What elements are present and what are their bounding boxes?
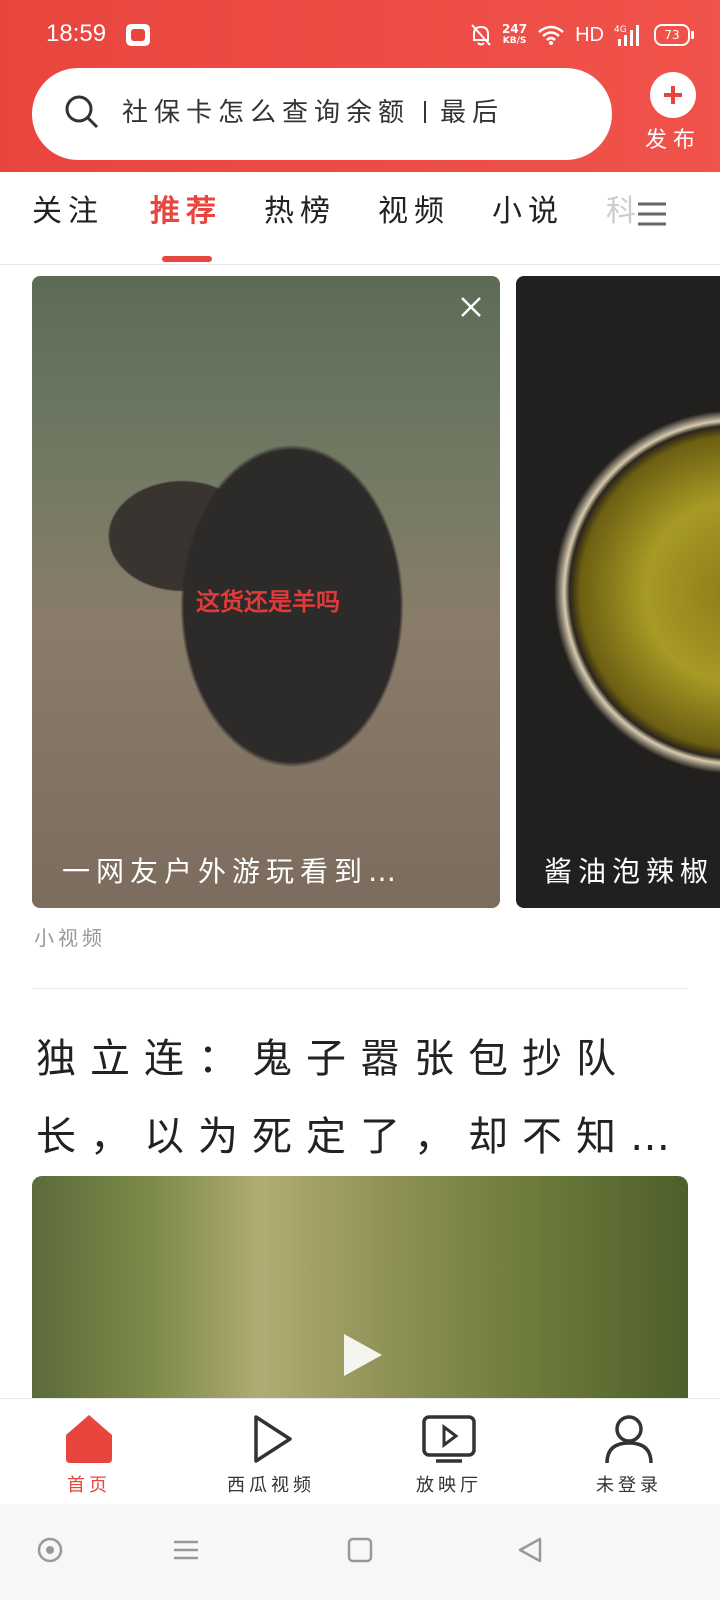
article-title-line-2: 长，以为死定了，却不知… xyxy=(36,1114,684,1160)
tab-hot-list[interactable]: 热榜 xyxy=(264,186,336,230)
search-hint-primary: 社保卡怎么查询余额 xyxy=(122,98,411,128)
search-hint-secondary: 最后 xyxy=(440,98,505,128)
nav-profile-label: 未登录 xyxy=(596,1475,662,1496)
home-square-icon[interactable] xyxy=(346,1536,374,1564)
tab-video[interactable]: 视频 xyxy=(378,186,450,230)
divider xyxy=(32,988,688,989)
short-video-title-2: 酱油泡辣椒 xyxy=(544,855,715,888)
menu-lines-icon[interactable] xyxy=(172,1536,200,1564)
nav-xigua-video[interactable]: 西瓜视频 xyxy=(196,1413,346,1497)
status-indicators: 247 KB/S HD 4G 73 xyxy=(470,20,694,50)
play-outline-icon xyxy=(254,1415,292,1463)
search-icon xyxy=(65,95,99,129)
article-title-line-1: 独立连：鬼子嚣张包抄队 xyxy=(36,1036,630,1082)
svg-text:4G: 4G xyxy=(614,25,627,35)
signal-icon: 4G xyxy=(614,25,639,46)
category-tabs: 关注 推荐 热榜 视频 小说 科 xyxy=(0,172,720,265)
play-icon[interactable] xyxy=(336,1330,386,1380)
tab-follow[interactable]: 关注 xyxy=(32,186,104,230)
search-bar[interactable]: 社保卡怎么查询余额 最后 xyxy=(32,68,612,160)
nav-cinema[interactable]: 放映厅 xyxy=(374,1413,524,1497)
tab-novel[interactable]: 小说 xyxy=(492,186,564,230)
publish-button[interactable]: 发布 xyxy=(628,72,718,154)
app-header: 18:59 247 KB/S HD 4G 73 社保卡怎么查询余额 最后 发布 xyxy=(0,0,720,172)
bottom-navigation: 首页 西瓜视频 放映厅 未登录 xyxy=(0,1398,720,1505)
nav-xigua-video-label: 西瓜视频 xyxy=(227,1475,315,1496)
search-hint[interactable]: 社保卡怎么查询余额 最后 xyxy=(122,92,602,129)
nav-cinema-label: 放映厅 xyxy=(416,1475,482,1496)
app-notification-icon xyxy=(126,24,150,46)
mute-bell-icon xyxy=(471,24,491,46)
section-label-short-video: 小视频 xyxy=(34,926,106,950)
video-caption-overlay: 这货还是羊吗 xyxy=(196,588,340,616)
battery-indicator: 73 xyxy=(654,24,694,46)
status-time: 18:59 xyxy=(46,20,107,47)
article-title[interactable]: 独立连：鬼子嚣张包抄队 长，以为死定了，却不知… xyxy=(36,1020,692,1176)
wifi-icon xyxy=(538,25,564,45)
nav-home-label: 首页 xyxy=(67,1475,111,1496)
network-speed: 247 KB/S xyxy=(502,22,528,46)
system-navigation-bar xyxy=(0,1504,720,1600)
active-tab-indicator xyxy=(162,256,212,262)
publish-label: 发布 xyxy=(644,128,701,153)
plus-icon xyxy=(664,86,682,104)
short-video-title-1: 一网友户外游玩看到… xyxy=(62,855,403,888)
hd-indicator: HD xyxy=(575,23,604,46)
back-triangle-icon[interactable] xyxy=(516,1536,544,1564)
short-video-card-2[interactable] xyxy=(516,276,720,908)
menu-icon[interactable] xyxy=(636,198,668,230)
close-icon[interactable] xyxy=(460,296,482,318)
assistant-dot-icon[interactable] xyxy=(36,1536,64,1564)
search-hint-separator xyxy=(424,101,427,123)
nav-home[interactable]: 首页 xyxy=(14,1413,164,1497)
status-bar: 18:59 247 KB/S HD 4G 73 xyxy=(0,0,720,70)
home-icon xyxy=(66,1415,112,1463)
publish-icon-wrap xyxy=(650,72,696,118)
tab-recommend[interactable]: 推荐 xyxy=(150,186,222,230)
nav-profile[interactable]: 未登录 xyxy=(554,1413,704,1497)
tv-play-icon xyxy=(422,1415,476,1463)
user-icon xyxy=(605,1415,653,1464)
